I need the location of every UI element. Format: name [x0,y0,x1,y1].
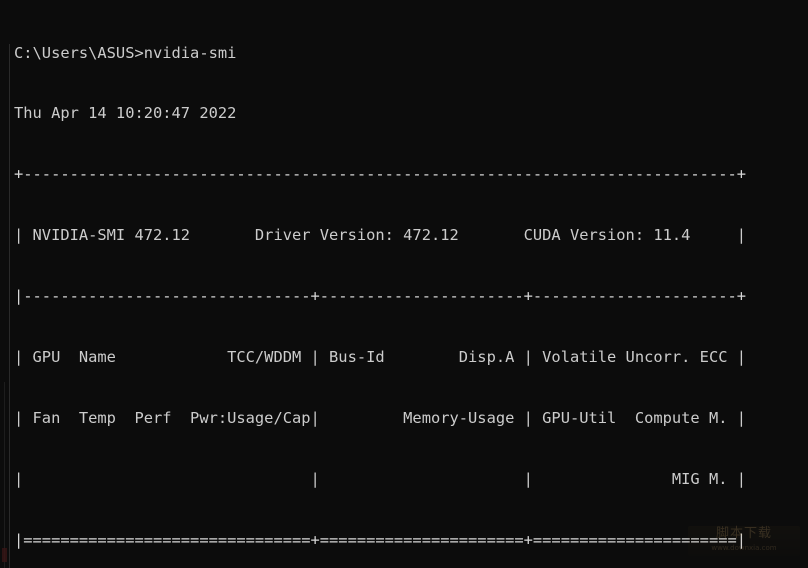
console-line: | NVIDIA-SMI 472.12 Driver Version: 472.… [14,226,747,245]
window-edge-divider [4,382,5,568]
scrollbar-track-left[interactable] [9,44,10,568]
console-line: |-------------------------------+-------… [14,287,747,306]
console-line: | GPU Name TCC/WDDM | Bus-Id Disp.A | Vo… [14,348,747,367]
terminal-window[interactable]: C:\Users\ASUS>nvidia-smi Thu Apr 14 10:2… [0,0,808,568]
console-line: C:\Users\ASUS>nvidia-smi [14,43,237,62]
console-line: |===============================+=======… [14,530,747,549]
console-line: +---------------------------------------… [14,165,747,184]
console-line: Thu Apr 14 10:20:47 2022 [14,104,237,123]
terminal-cursor [2,548,7,562]
console-output: C:\Users\ASUS>nvidia-smi Thu Apr 14 10:2… [14,2,804,568]
console-line: | Fan Temp Perf Pwr:Usage/Cap| Memory-Us… [14,408,747,427]
console-line: | | | MIG M. | [14,469,747,488]
